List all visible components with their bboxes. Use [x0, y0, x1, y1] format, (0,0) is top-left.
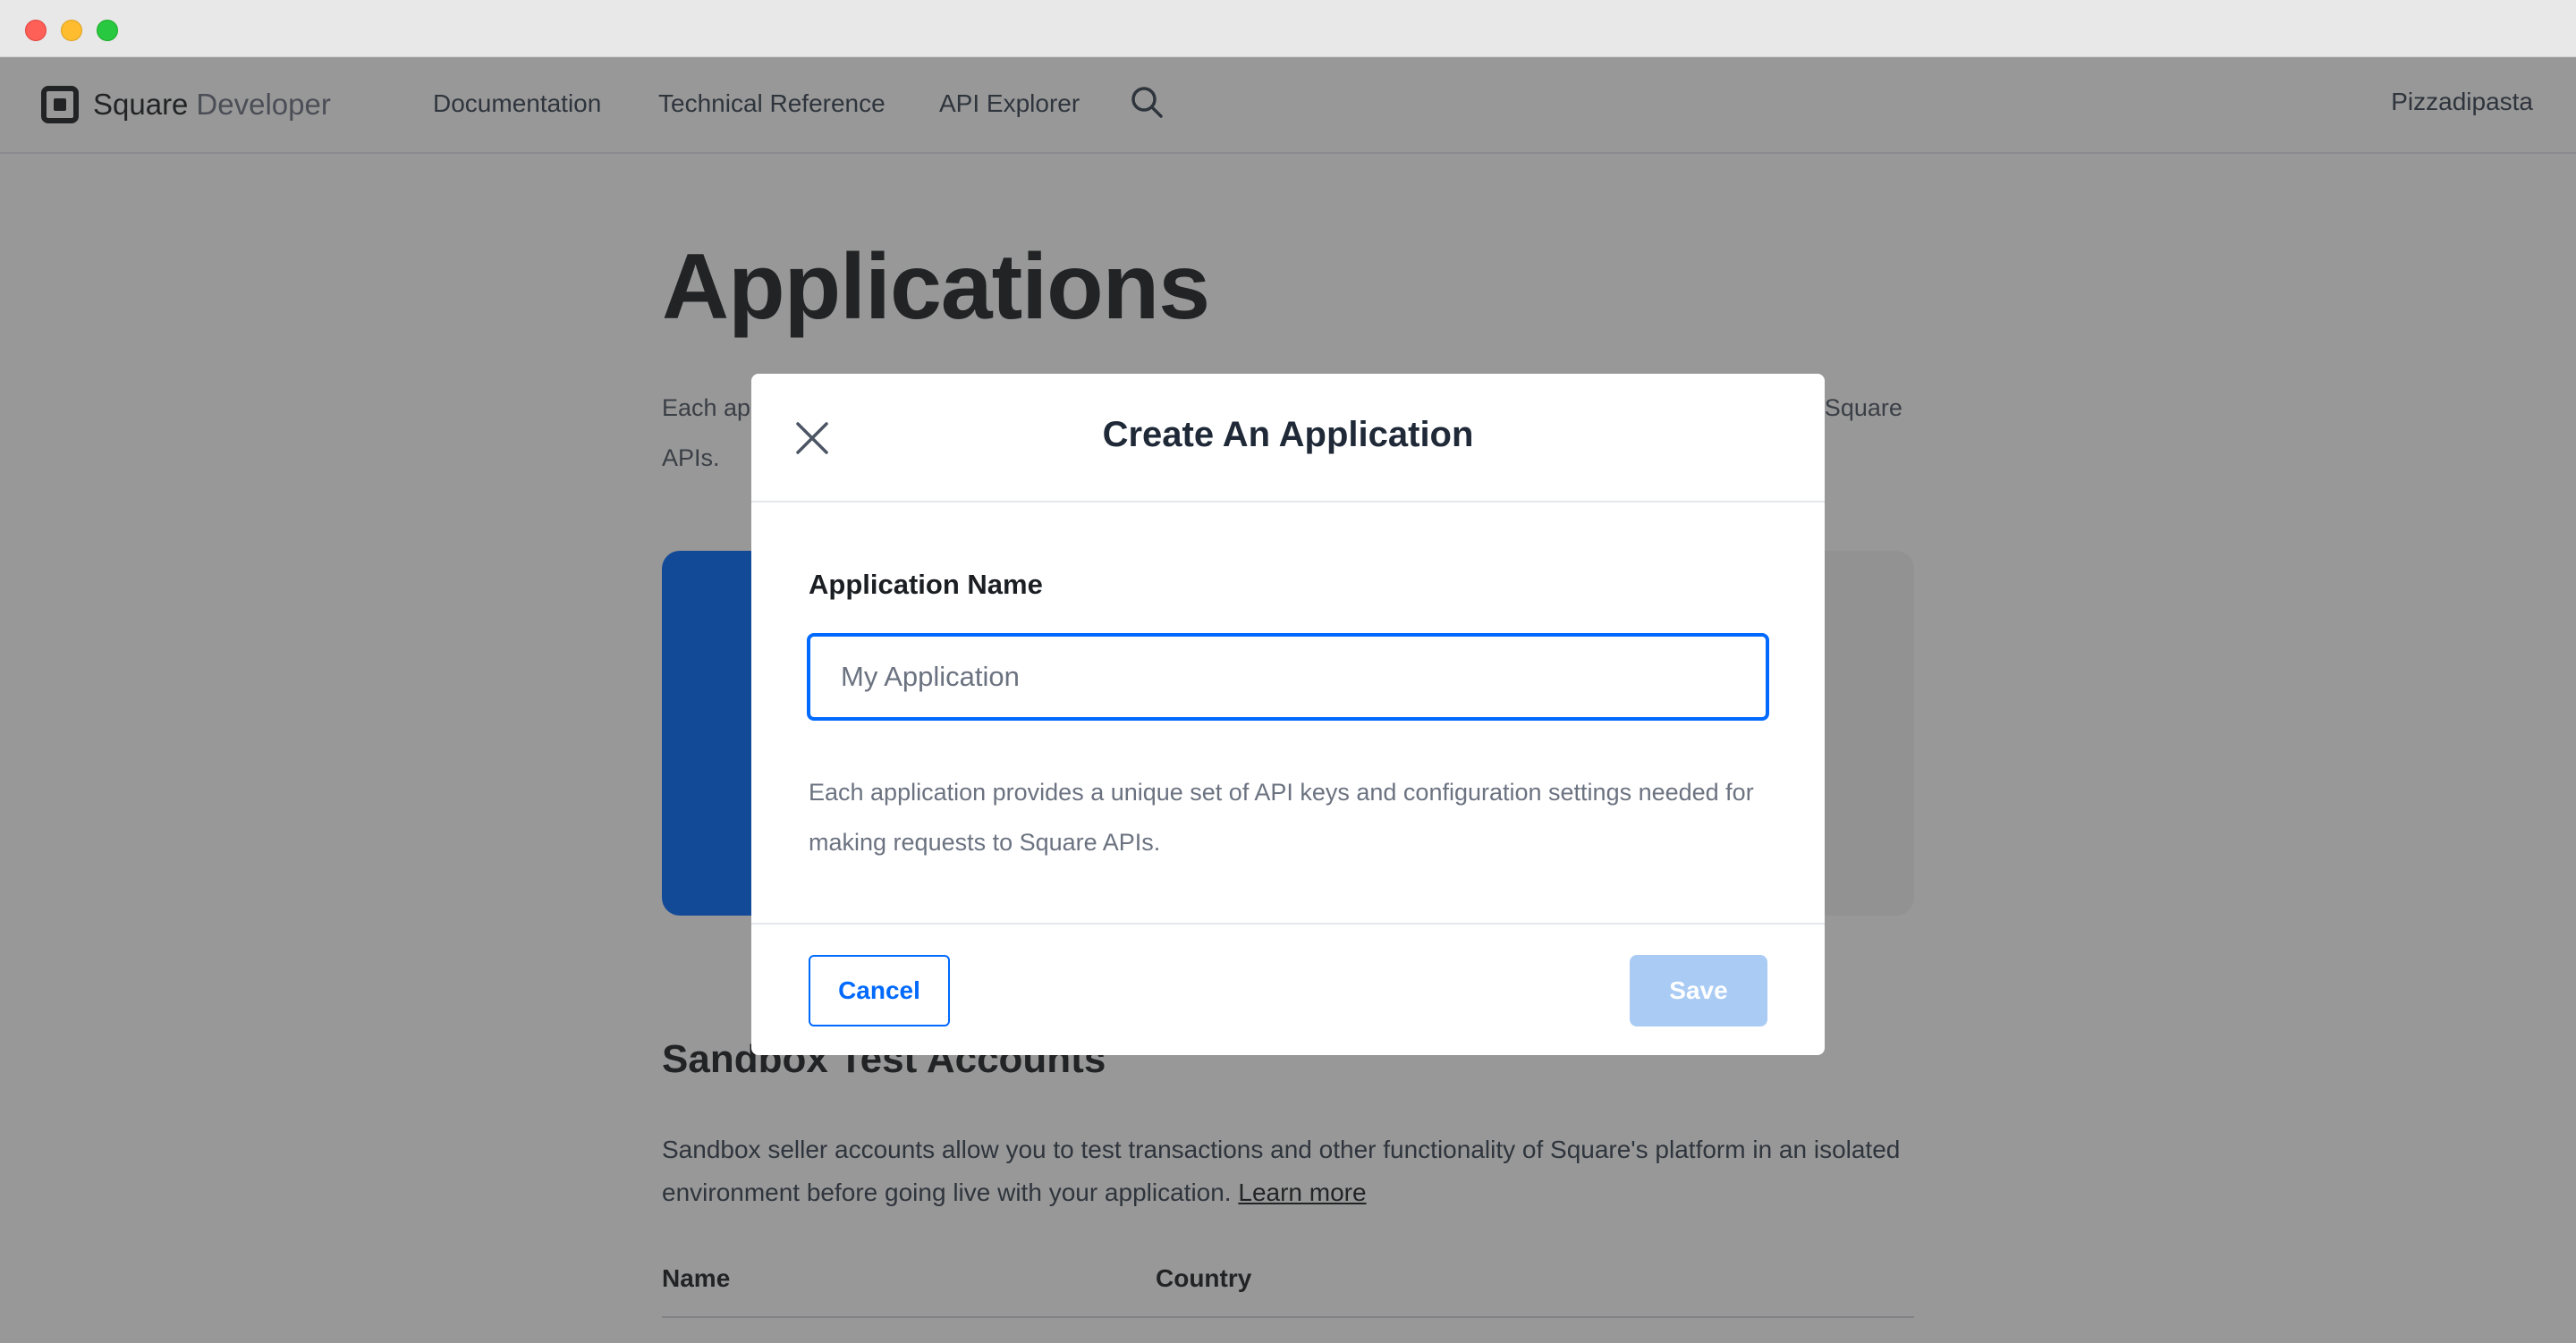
application-name-label: Application Name [809, 569, 1043, 600]
dialog-header: Create An Application [751, 374, 1825, 503]
window-close-button[interactable] [25, 20, 47, 41]
create-application-dialog: Create An Application Application Name E… [751, 374, 1825, 1055]
dialog-help-text: Each application provides a unique set o… [809, 779, 1754, 856]
application-name-input[interactable] [807, 633, 1769, 721]
window-maximize-button[interactable] [97, 20, 118, 41]
dialog-footer: Cancel Save [751, 923, 1825, 1055]
window-titlebar [0, 0, 2576, 57]
save-button[interactable]: Save [1630, 955, 1767, 1026]
cancel-button[interactable]: Cancel [809, 955, 950, 1026]
dialog-title: Create An Application [1102, 415, 1474, 454]
window-minimize-button[interactable] [61, 20, 82, 41]
